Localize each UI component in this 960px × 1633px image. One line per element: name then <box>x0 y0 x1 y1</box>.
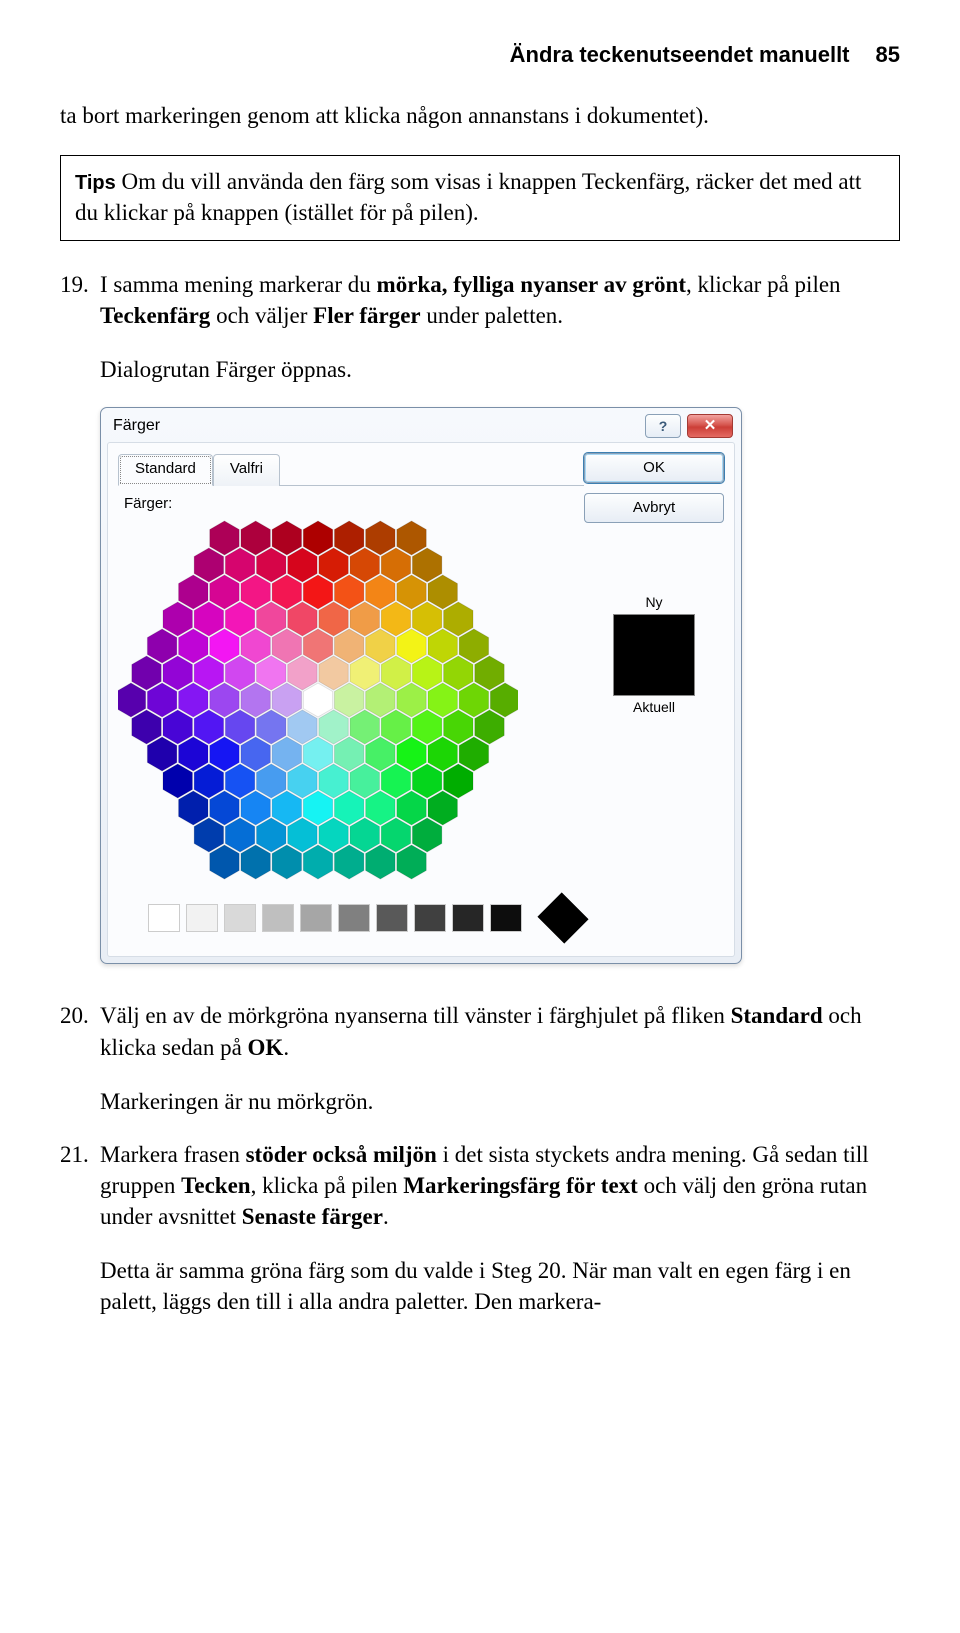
step-19-caption: Dialogrutan Färger öppnas. <box>100 354 900 385</box>
grayscale-cell[interactable] <box>376 904 408 932</box>
tip-label: Tips <box>75 172 116 194</box>
step-21: 21. Markera frasen stöder också miljön i… <box>60 1139 900 1232</box>
help-button[interactable]: ? <box>645 414 681 438</box>
dialog-body: Standard Valfri Färger: OK Avbryt Ny <box>107 442 735 958</box>
grayscale-cell[interactable] <box>300 904 332 932</box>
grayscale-cell[interactable] <box>224 904 256 932</box>
step-21-caption: Detta är samma gröna färg som du valde i… <box>100 1255 900 1317</box>
grayscale-cell[interactable] <box>186 904 218 932</box>
colors-label: Färger: <box>124 494 584 514</box>
selected-grayscale-hex[interactable] <box>528 894 584 942</box>
step-body: I samma mening markerar du mörka, fyllig… <box>100 269 900 331</box>
dialog-left-pane: Standard Valfri Färger: <box>118 453 584 943</box>
current-color-label: Aktuell <box>584 698 724 717</box>
grayscale-cell[interactable] <box>490 904 522 932</box>
header-title: Ändra teckenutseendet manuellt <box>510 40 850 70</box>
tip-box: Tips Om du vill använda den färg som vis… <box>60 155 900 241</box>
help-icon: ? <box>659 417 668 436</box>
step-number: 19. <box>60 269 100 331</box>
colors-dialog: Färger ? ✕ Standard Valfri Färger: <box>100 407 742 965</box>
hex-color-picker[interactable] <box>118 520 518 880</box>
grayscale-cell[interactable] <box>262 904 294 932</box>
page-number: 85 <box>876 40 900 70</box>
window-buttons: ? ✕ <box>645 414 733 438</box>
grayscale-cell[interactable] <box>452 904 484 932</box>
tab-custom[interactable]: Valfri <box>213 454 280 486</box>
step-body: Markera frasen stöder också miljön i det… <box>100 1139 900 1232</box>
continuation-paragraph: ta bort markeringen genom att klicka någ… <box>60 100 900 131</box>
tab-standard[interactable]: Standard <box>118 454 213 486</box>
step-20: 20. Välj en av de mörkgröna nyanserna ti… <box>60 1000 900 1062</box>
dialog-title: Färger <box>113 415 160 437</box>
tip-text: Om du vill använda den färg som visas i … <box>75 169 861 225</box>
step-number: 20. <box>60 1000 100 1062</box>
color-swatch-area: Ny Aktuell <box>584 593 724 719</box>
step-20-caption: Markeringen är nu mörkgrön. <box>100 1086 900 1117</box>
close-button[interactable]: ✕ <box>687 414 733 438</box>
dialog-titlebar: Färger ? ✕ <box>101 408 741 442</box>
step-body: Välj en av de mörkgröna nyanserna till v… <box>100 1000 900 1062</box>
grayscale-cell[interactable] <box>148 904 180 932</box>
colors-dialog-figure: Färger ? ✕ Standard Valfri Färger: <box>100 407 900 965</box>
grayscale-cell[interactable] <box>338 904 370 932</box>
close-icon: ✕ <box>704 416 717 436</box>
grayscale-row[interactable] <box>148 894 584 942</box>
dialog-tabs: Standard Valfri <box>118 453 584 486</box>
dialog-right-pane: OK Avbryt Ny Aktuell <box>584 453 724 943</box>
step-19: 19. I samma mening markerar du mörka, fy… <box>60 269 900 331</box>
cancel-button[interactable]: Avbryt <box>584 493 724 523</box>
running-header: Ändra teckenutseendet manuellt 85 <box>60 40 900 70</box>
new-color-label: Ny <box>584 593 724 612</box>
step-number: 21. <box>60 1139 100 1232</box>
ok-button[interactable]: OK <box>584 453 724 483</box>
grayscale-cell[interactable] <box>414 904 446 932</box>
new-color-swatch <box>613 614 695 696</box>
